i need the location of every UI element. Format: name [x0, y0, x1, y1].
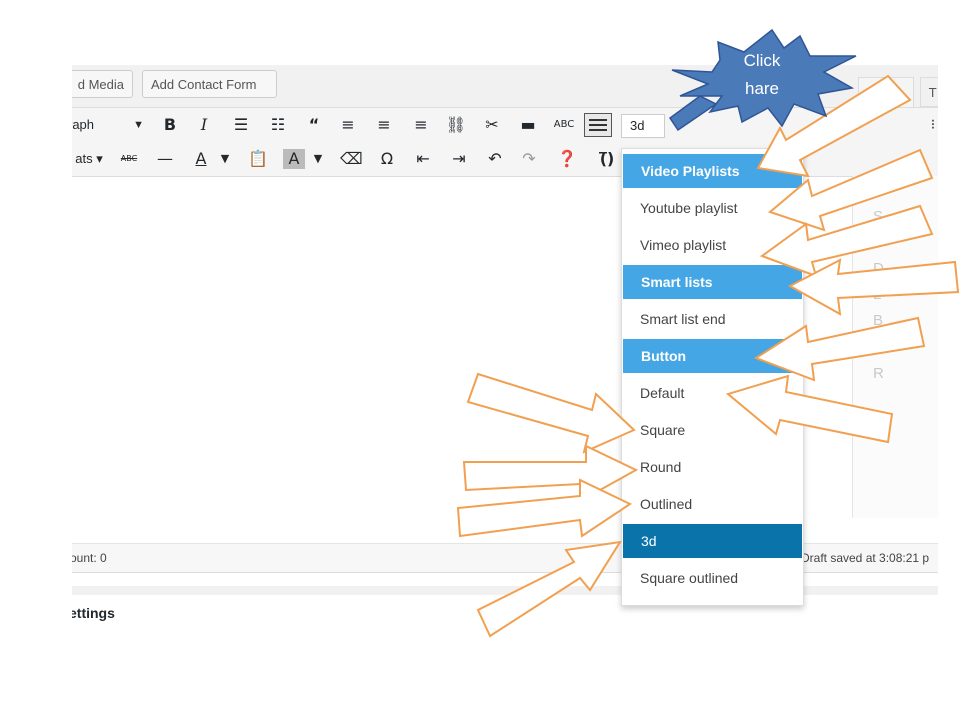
- align-center-icon[interactable]: ≡: [373, 115, 395, 135]
- chevron-down-icon: ▼: [133, 119, 144, 131]
- tab-visual[interactable]: [858, 77, 914, 107]
- spellcheck-icon[interactable]: ABC: [553, 115, 575, 135]
- clear-format-icon[interactable]: ⌫: [340, 149, 363, 169]
- unlink-icon[interactable]: ✂: [481, 115, 503, 135]
- text-color-icon[interactable]: A: [190, 149, 212, 169]
- undo-icon[interactable]: ↶: [484, 149, 506, 169]
- bold-icon[interactable]: B: [160, 115, 180, 135]
- paste-text-icon[interactable]: 📋: [247, 149, 269, 169]
- sidebar-letter: L: [873, 286, 882, 303]
- tab-text[interactable]: T: [920, 77, 938, 107]
- media-toolbar: d Media Add Contact Form T: [72, 65, 938, 107]
- more-icon[interactable]: ⁝: [928, 115, 938, 135]
- callout-line-2: hare: [744, 79, 780, 98]
- toolbar-row-1: raph ▼ B I ☰ ☷ “ ≡ ≡ ≡ ⛓ ✂ ▬ ABC 3d ▼ ⁝: [72, 108, 938, 142]
- read-more-icon[interactable]: ▬: [517, 115, 539, 135]
- dropdown-item[interactable]: Outlined: [622, 487, 803, 521]
- background-color-icon[interactable]: A: [283, 149, 305, 169]
- dropdown-item[interactable]: Square: [622, 413, 803, 447]
- omega-icon[interactable]: Ω: [376, 149, 398, 169]
- chevron-down-icon[interactable]: ▼: [218, 149, 232, 169]
- italic-icon[interactable]: I: [194, 115, 214, 135]
- link-icon[interactable]: ⛓: [445, 115, 467, 135]
- dropdown-header: Video Playlists: [623, 154, 802, 188]
- chevron-down-icon[interactable]: ▼: [311, 149, 325, 169]
- dropdown-header: Button: [623, 339, 802, 373]
- draft-saved-status: Draft saved at 3:08:21 p: [801, 551, 930, 565]
- add-contact-form-button[interactable]: Add Contact Form: [142, 70, 277, 98]
- callout-text: Click hare: [722, 47, 802, 103]
- indent-icon[interactable]: ⇥: [448, 149, 470, 169]
- sidebar-panel: S D L B A R: [852, 176, 938, 518]
- horizontal-line-icon[interactable]: —: [154, 149, 176, 169]
- sidebar-letter: S: [873, 208, 884, 225]
- editor-frame: d Media Add Contact Form T raph ▼ B I ☰ …: [72, 65, 938, 627]
- bullet-list-icon[interactable]: ☰: [230, 115, 252, 135]
- button-style-dropdown: Video Playlists Youtube playlist Vimeo p…: [621, 148, 804, 606]
- numbered-list-icon[interactable]: ☷: [267, 115, 289, 135]
- help-icon[interactable]: ❓: [556, 149, 578, 169]
- keyboard-icon[interactable]: [584, 113, 612, 137]
- editor-area: raph ▼ B I ☰ ☷ “ ≡ ≡ ≡ ⛓ ✂ ▬ ABC 3d ▼ ⁝: [72, 107, 938, 586]
- dropdown-item[interactable]: Vimeo playlist: [622, 228, 803, 262]
- word-count: ount: 0: [72, 551, 107, 565]
- format-select-value: raph: [72, 117, 95, 132]
- shortcode-icon[interactable]: (̅): [594, 149, 620, 169]
- settings-title: ettings: [72, 605, 115, 621]
- formats-menu[interactable]: ats ▾: [72, 149, 110, 169]
- format-select[interactable]: raph ▼: [72, 114, 148, 136]
- sidebar-letter: A: [873, 338, 884, 355]
- outdent-icon[interactable]: ⇤: [412, 149, 434, 169]
- buttons-select[interactable]: 3d ▼: [621, 114, 684, 138]
- sidebar-letter: D: [873, 260, 884, 277]
- chevron-down-icon: ▼: [673, 120, 684, 132]
- dropdown-item[interactable]: Square outlined: [622, 561, 803, 595]
- dropdown-item-selected[interactable]: 3d: [623, 524, 802, 558]
- callout-line-1: Click: [743, 51, 781, 70]
- status-bar: ount: 0 Draft saved at 3:08:21 p: [72, 543, 938, 573]
- dropdown-item[interactable]: Youtube playlist: [622, 191, 803, 225]
- sidebar-letter: R: [873, 365, 884, 382]
- formats-label: ats: [75, 151, 93, 166]
- align-right-icon[interactable]: ≡: [410, 115, 432, 135]
- dropdown-item[interactable]: Smart list end: [622, 302, 803, 336]
- blockquote-icon[interactable]: “: [303, 115, 325, 135]
- dropdown-header: Smart lists: [623, 265, 802, 299]
- align-left-icon[interactable]: ≡: [337, 115, 359, 135]
- settings-section[interactable]: ettings: [72, 595, 938, 627]
- add-media-button[interactable]: d Media: [72, 70, 133, 98]
- buttons-select-value: 3d: [630, 118, 645, 133]
- dropdown-item[interactable]: Default: [622, 376, 803, 410]
- strikethrough-icon[interactable]: ABC: [118, 149, 140, 169]
- toolbar-row-2: ats ▾ ABC — A ▼ 📋 A ▼ ⌫ Ω ⇤ ⇥ ↶ ↷ ❓ (̅): [72, 142, 938, 177]
- dropdown-item[interactable]: Round: [622, 450, 803, 484]
- sidebar-letter: B: [873, 312, 884, 329]
- redo-icon[interactable]: ↷: [518, 149, 540, 169]
